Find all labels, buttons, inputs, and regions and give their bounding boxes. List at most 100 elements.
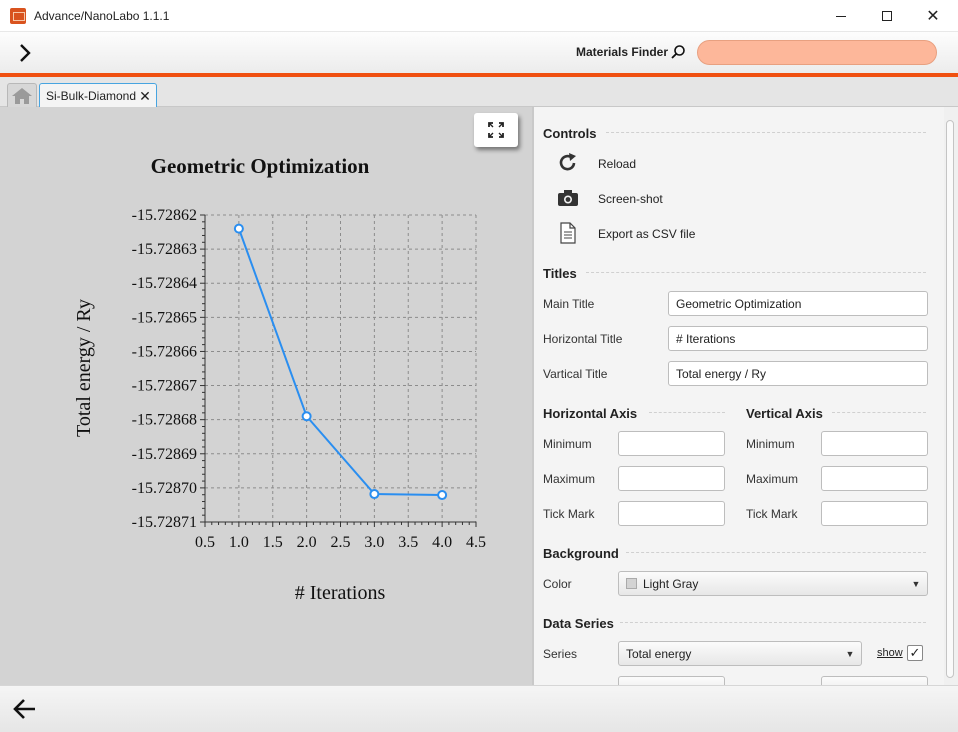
vertical-axis-heading: Vertical Axis <box>746 406 823 421</box>
y-tick-label: -15.72865 <box>132 309 197 326</box>
y-tick-label: -15.72871 <box>132 514 197 531</box>
minimize-icon <box>836 15 846 17</box>
x-tick-label: 1.5 <box>263 534 283 551</box>
h-maximum-input[interactable] <box>618 466 725 491</box>
horizontal-title-label: Horizontal Title <box>543 332 623 346</box>
screenshot-button[interactable]: Screen-shot <box>598 192 663 206</box>
series-label: Series <box>543 647 578 661</box>
x-tick-label: 2.5 <box>331 534 351 551</box>
dropdown-arrow-icon: ▼ <box>845 648 855 659</box>
data-point <box>369 489 380 500</box>
h-minimum-label: Minimum <box>543 437 592 451</box>
y-tick-label: -15.72863 <box>132 241 197 258</box>
h-maximum-label: Maximum <box>543 472 596 486</box>
series-select[interactable]: Total energy ▼ <box>618 641 862 666</box>
main-title-label: Main Title <box>543 297 595 311</box>
background-heading: Background <box>543 546 619 561</box>
maximize-icon <box>882 11 892 21</box>
vertical-title-label: Vartical Title <box>543 367 608 381</box>
data-point <box>301 411 312 422</box>
search-icon[interactable] <box>670 44 686 60</box>
chevron-right-icon[interactable] <box>14 42 36 64</box>
h-tick-mark-input[interactable] <box>618 501 725 526</box>
color-swatch <box>626 577 637 589</box>
v-tick-mark-label: Tick Mark <box>746 507 798 521</box>
section-divider <box>832 412 926 413</box>
series-select-value: Total energy <box>626 646 692 661</box>
fullscreen-button[interactable] <box>474 113 518 147</box>
section-divider <box>620 622 926 623</box>
controls-heading: Controls <box>543 126 597 141</box>
y-tick-label: -15.72867 <box>132 378 197 395</box>
tab-label: Si-Bulk-Diamond <box>46 89 137 103</box>
background-color-text: Light Gray <box>643 576 699 591</box>
materials-search-input[interactable] <box>697 40 937 65</box>
section-divider <box>586 272 926 273</box>
titles-heading: Titles <box>543 266 577 281</box>
bottom-bar <box>0 685 958 732</box>
series-style-select[interactable] <box>821 676 928 685</box>
data-point <box>437 490 448 501</box>
x-tick-label: 0.5 <box>195 534 215 551</box>
vertical-title-input[interactable] <box>668 361 928 386</box>
dropdown-arrow-icon: ▼ <box>911 578 921 589</box>
export-csv-button[interactable]: Export as CSV file <box>598 227 695 241</box>
y-axis-label: Total energy / Ry <box>73 299 95 437</box>
y-tick-label: -15.72868 <box>132 412 197 429</box>
tab-si-bulk-diamond[interactable]: Si-Bulk-Diamond ✕ <box>39 83 157 108</box>
window-title: Advance/NanoLabo 1.1.1 <box>34 9 170 23</box>
v-tick-mark-input[interactable] <box>821 501 928 526</box>
window-title-bar: Advance/NanoLabo 1.1.1 ✕ <box>0 0 958 32</box>
v-maximum-input[interactable] <box>821 466 928 491</box>
y-tick-label: -15.72870 <box>132 480 197 497</box>
h-minimum-input[interactable] <box>618 431 725 456</box>
camera-icon[interactable] <box>557 187 579 209</box>
horizontal-title-input[interactable] <box>668 326 928 351</box>
close-window-button[interactable]: ✕ <box>910 0 956 32</box>
horizontal-axis-heading: Horizontal Axis <box>543 406 638 421</box>
reload-icon[interactable] <box>557 152 579 174</box>
app-logo-icon <box>10 8 26 24</box>
main-title-input[interactable] <box>668 291 928 316</box>
x-tick-label: 2.0 <box>297 534 317 551</box>
background-color-label: Color <box>543 577 572 591</box>
y-tick-label: -15.72869 <box>132 446 197 463</box>
data-point <box>233 223 244 234</box>
section-divider <box>649 412 725 413</box>
section-divider <box>606 132 926 133</box>
scrollbar-thumb[interactable] <box>946 120 954 678</box>
h-tick-mark-label: Tick Mark <box>543 507 595 521</box>
chart-title: Geometric Optimization <box>151 154 370 178</box>
background-color-value: Light Gray <box>626 577 905 591</box>
document-icon[interactable] <box>557 222 579 244</box>
x-tick-label: 3.5 <box>398 534 418 551</box>
v-minimum-label: Minimum <box>746 437 795 451</box>
energy-chart: Geometric Optimization Total energy / Ry… <box>73 154 486 604</box>
tab-close-icon[interactable]: ✕ <box>138 88 152 105</box>
home-icon <box>12 87 32 104</box>
y-tick-label: -15.72864 <box>132 275 197 292</box>
fullscreen-icon <box>488 122 504 138</box>
maximize-button[interactable] <box>864 0 910 32</box>
show-series-link[interactable]: show <box>877 647 903 659</box>
x-tick-label: 3.0 <box>364 534 384 551</box>
arrow-left-icon[interactable] <box>12 697 38 721</box>
x-axis-label: # Iterations <box>295 582 386 604</box>
materials-finder-label: Materials Finder <box>576 45 669 59</box>
tab-home[interactable] <box>7 83 37 107</box>
chart-settings-panel: Controls Reload Screen-shot Export as CS… <box>534 107 958 685</box>
x-tick-label: 1.0 <box>229 534 249 551</box>
v-maximum-label: Maximum <box>746 472 799 486</box>
section-divider <box>626 552 926 553</box>
v-minimum-input[interactable] <box>821 431 928 456</box>
reload-button[interactable]: Reload <box>598 157 636 171</box>
x-tick-label: 4.5 <box>466 534 486 551</box>
x-tick-label: 4.0 <box>432 534 452 551</box>
background-color-select[interactable]: Light Gray ▼ <box>618 571 928 596</box>
chart-pane: Geometric Optimization Total energy / Ry… <box>0 107 532 685</box>
data-series-heading: Data Series <box>543 616 614 631</box>
series-color-select[interactable] <box>618 676 725 685</box>
y-tick-label: -15.72862 <box>132 207 197 224</box>
show-series-checkbox[interactable]: ✓ <box>907 645 923 661</box>
minimize-button[interactable] <box>818 0 864 32</box>
